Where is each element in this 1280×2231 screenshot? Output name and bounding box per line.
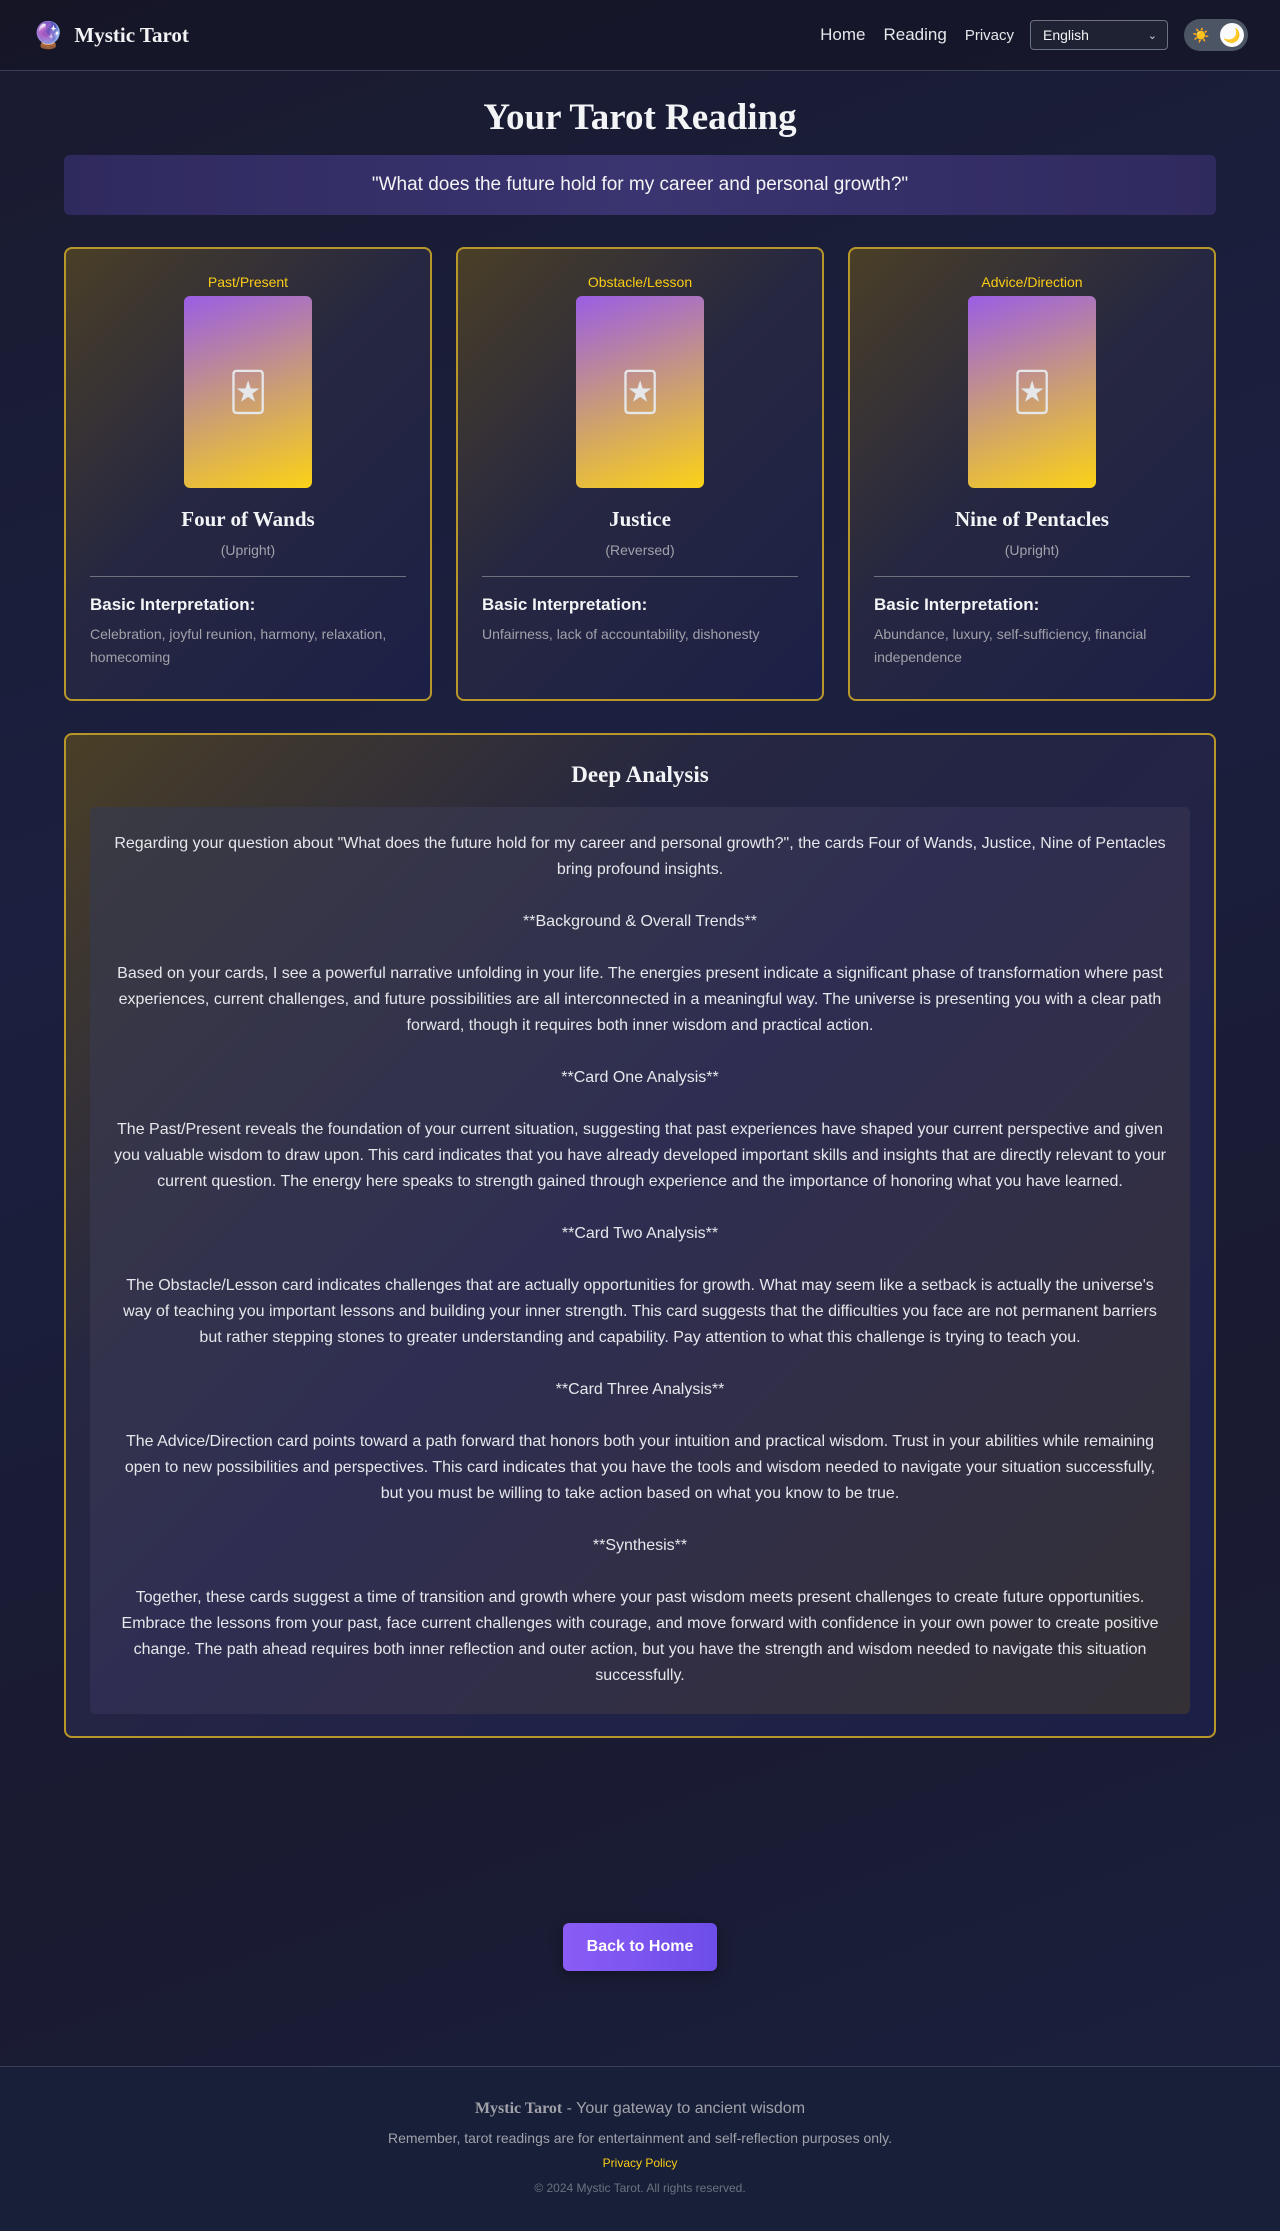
footer-privacy-link[interactable]: Privacy Policy [603,2156,678,2170]
page-title: Your Tarot Reading [483,97,797,138]
footer-disclaimer: Remember, tarot readings are for enterta… [388,2130,892,2146]
back-to-home-button[interactable]: Back to Home [563,1923,717,1971]
analysis-paragraph: Regarding your question about "What does… [114,835,1166,878]
analysis-heading: **Synthesis** [592,1537,688,1554]
card-image: 🃏 [184,296,312,488]
analysis-heading: **Card Three Analysis** [555,1381,725,1398]
analysis-heading: **Card Two Analysis** [561,1225,719,1242]
analysis-paragraph: The Past/Present reveals the foundation … [114,1121,1166,1190]
interpretation-heading: Basic Interpretation: [482,595,648,614]
analysis-body: Regarding your question about "What does… [90,807,1190,1714]
analysis-paragraph: Based on your cards, I see a powerful na… [117,965,1163,1034]
divider [874,576,1190,577]
nav-privacy-link[interactable]: Privacy [965,27,1014,44]
interpretation-heading: Basic Interpretation: [90,595,256,614]
nav-home-link[interactable]: Home [820,25,865,45]
sun-icon: ☀️ [1192,26,1210,43]
card-orientation: (Reversed) [605,542,675,558]
playing-card-icon: 🃏 [620,371,660,414]
card-image: 🃏 [968,296,1096,488]
tarot-card-panel: Past/Present 🃏 Four of Wands (Upright) B… [64,247,432,701]
analysis-heading: **Background & Overall Trends** [523,913,757,930]
card-name: Four of Wands [181,507,315,531]
tarot-card-panel: Advice/Direction 🃏 Nine of Pentacles (Up… [848,247,1216,701]
crystal-ball-icon: 🔮 [32,20,65,50]
chevron-down-icon: ⌄ [1147,29,1157,42]
interpretation-text: Abundance, luxury, self-sufficiency, fin… [874,626,1147,665]
main-content: Your Tarot Reading "What does the future… [64,96,1216,1971]
playing-card-icon: 🃏 [228,371,268,414]
card-position: Obstacle/Lesson [587,274,693,290]
interpretation-text: Celebration, joyful reunion, harmony, re… [90,626,387,665]
site-footer: Mystic Tarot - Your gateway to ancient w… [0,2066,1280,2231]
card-name: Nine of Pentacles [955,507,1109,531]
deep-analysis-panel: Deep Analysis Regarding your question ab… [64,733,1216,1738]
nav-reading-link[interactable]: Reading [883,25,946,45]
analysis-heading: **Card One Analysis** [561,1069,719,1086]
card-orientation: (Upright) [1004,542,1060,558]
footer-tagline-text: - Your gateway to ancient wisdom [562,2100,806,2117]
question-text: "What does the future hold for my career… [371,174,909,195]
site-header: 🔮 Mystic Tarot Home Reading Privacy Engl… [0,0,1280,71]
card-position: Past/Present [207,274,289,290]
language-select-value: English [1043,27,1089,43]
tarot-card-panel: Obstacle/Lesson 🃏 Justice (Reversed) Bas… [456,247,824,701]
back-button-wrap: Back to Home [64,1923,1216,1971]
moon-icon: 🌙 [1220,23,1244,47]
card-position: Advice/Direction [981,274,1083,290]
theme-toggle[interactable]: ☀️ 🌙 [1184,19,1248,51]
interpretation-text: Unfairness, lack of accountability, dish… [482,626,760,642]
footer-tagline: Mystic Tarot - Your gateway to ancient w… [0,2100,1280,2120]
divider [90,576,406,577]
card-spread: Past/Present 🃏 Four of Wands (Upright) B… [64,247,1216,701]
interpretation-heading: Basic Interpretation: [874,595,1040,614]
brand-name: Mystic Tarot [74,22,189,47]
divider [482,576,798,577]
brand[interactable]: 🔮 Mystic Tarot [32,22,189,48]
question-box: "What does the future hold for my career… [64,155,1216,215]
analysis-title: Deep Analysis [571,762,709,787]
playing-card-icon: 🃏 [1012,371,1052,414]
analysis-paragraph: Together, these cards suggest a time of … [121,1589,1159,1684]
language-select[interactable]: English ⌄ [1030,20,1168,50]
card-image: 🃏 [576,296,704,488]
footer-copyright: © 2024 Mystic Tarot. All rights reserved… [534,2181,746,2195]
card-orientation: (Upright) [220,542,276,558]
analysis-paragraph: The Advice/Direction card points toward … [124,1433,1156,1502]
analysis-paragraph: The Obstacle/Lesson card indicates chall… [123,1277,1157,1346]
main-nav: Home Reading Privacy English ⌄ ☀️ 🌙 [820,19,1248,51]
footer-brand: Mystic Tarot [474,2100,563,2117]
card-name: Justice [609,507,671,531]
